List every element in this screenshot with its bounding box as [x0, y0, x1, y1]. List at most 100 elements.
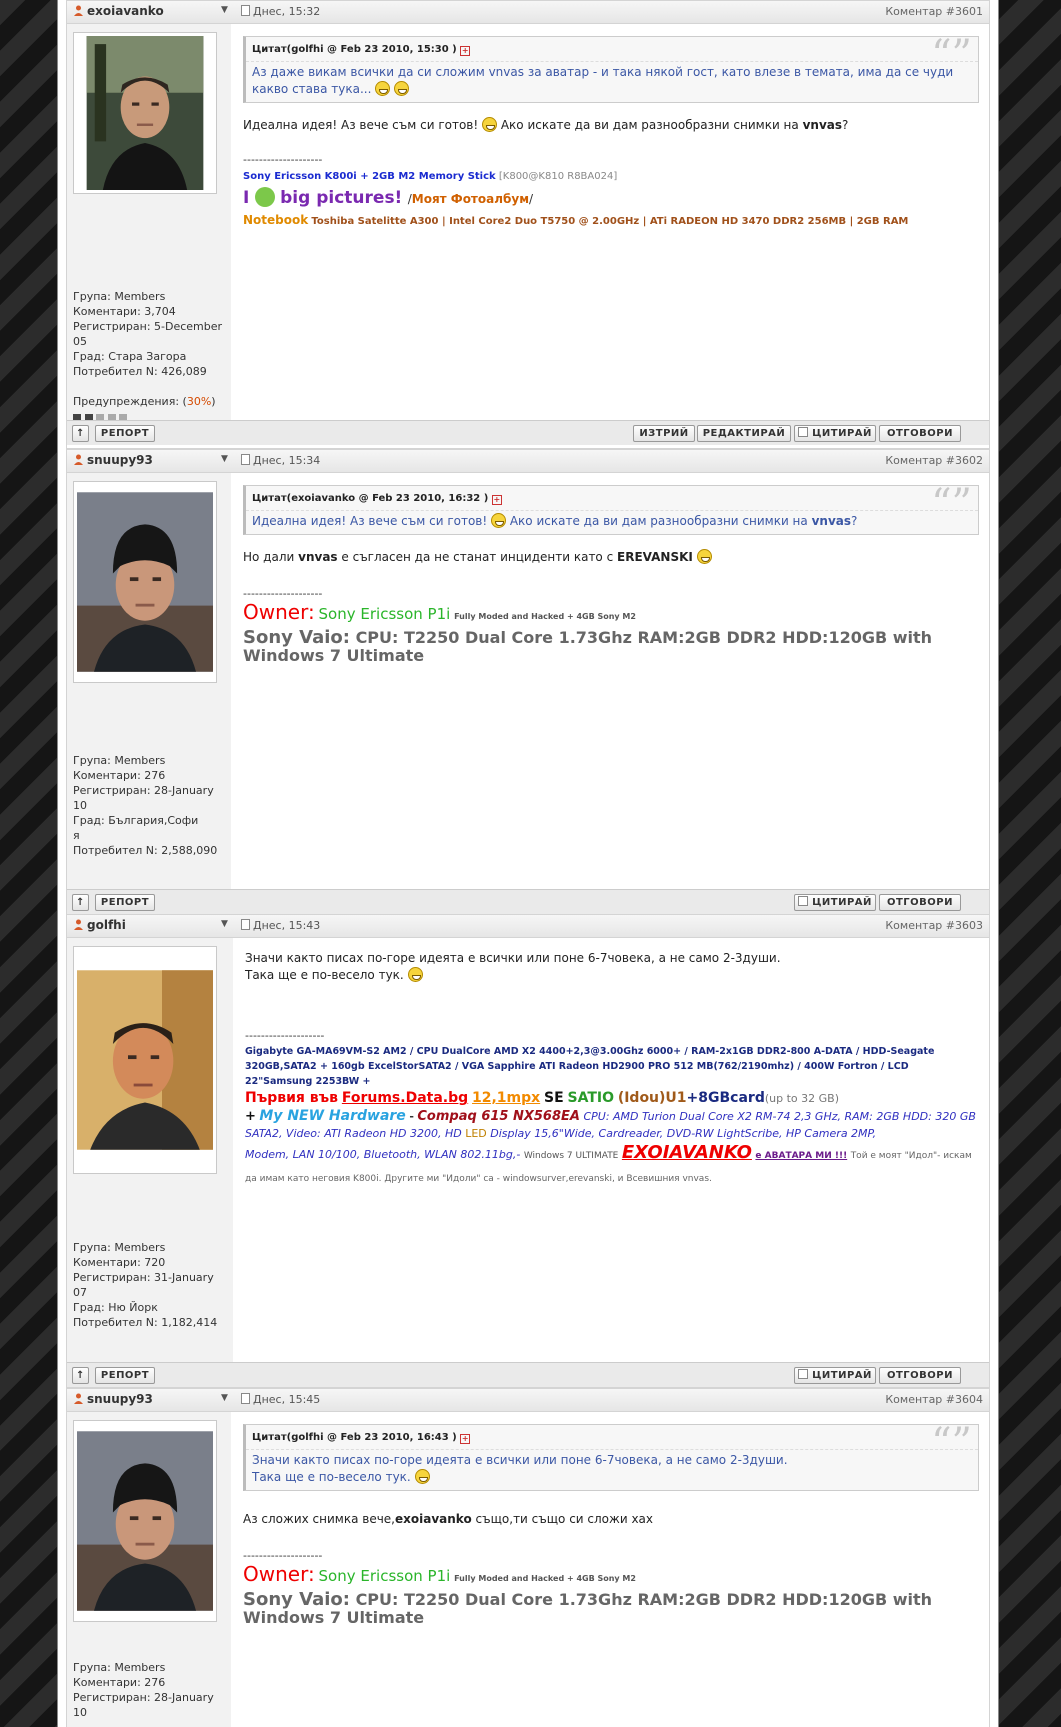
- checkbox-icon[interactable]: [798, 1369, 809, 1379]
- scroll-top-button[interactable]: ↑: [72, 425, 89, 442]
- quote-text: Значи както писах по-горе идеята е всичк…: [246, 1449, 978, 1490]
- post-content: Цитат(golfhi @ Feb 23 2010, 16:43 ) + Зн…: [231, 1412, 989, 1727]
- quote-marks-icon: “”: [931, 1420, 972, 1466]
- avatar: [73, 946, 217, 1174]
- quote-link-icon[interactable]: +: [460, 1434, 471, 1444]
- delete-button[interactable]: ИЗТРИЙ: [633, 425, 695, 442]
- chevron-down-icon[interactable]: ▼: [221, 454, 228, 464]
- signature-separator: --------------------: [243, 1549, 323, 1562]
- quote-title: Цитат(golfhi @ Feb 23 2010, 16:43 ) +: [252, 1432, 471, 1444]
- report-button[interactable]: РЕПОРТ: [95, 425, 155, 442]
- smiley-icon: [414, 1469, 430, 1484]
- chevron-down-icon[interactable]: ▼: [221, 919, 228, 929]
- signature-separator: --------------------: [243, 153, 323, 166]
- username[interactable]: exoiavanko: [73, 4, 164, 18]
- smiley-icon: [491, 513, 507, 528]
- forums-link[interactable]: Forums.Data.bg: [342, 1090, 468, 1106]
- quote-button[interactable]: ЦИТИРАЙ: [794, 894, 876, 911]
- avatar: [73, 481, 217, 683]
- user-sidebar: Група: Members Коментари: 3,704 Регистри…: [67, 24, 231, 422]
- post-date[interactable]: Днес, 15:34: [241, 454, 320, 467]
- user-icon: [73, 1393, 84, 1404]
- quote-marks-icon: “”: [931, 32, 972, 78]
- username[interactable]: snuupy93: [73, 453, 153, 467]
- smiley-icon: [394, 81, 410, 96]
- quote-text: Аз даже викам всички да си сложим vnvas …: [246, 61, 978, 102]
- post-3601: exoiavanko ▼ Днес, 15:32 Коментар #3601 …: [66, 0, 990, 449]
- post-body: Но дали vnvas е съгласен да не станат ин…: [243, 549, 979, 566]
- checkbox-icon[interactable]: [798, 427, 809, 437]
- post-date[interactable]: Днес, 15:43: [241, 919, 320, 932]
- scroll-top-button[interactable]: ↑: [72, 894, 89, 911]
- post-header: golfhi ▼ Днес, 15:43 Коментар #3603: [67, 915, 989, 938]
- avatar-photo: [77, 1424, 213, 1618]
- post-body: Значи както писах по-горе идеята е всичк…: [245, 951, 781, 982]
- quote-link-icon[interactable]: +: [460, 46, 471, 56]
- post-body: Идеална идея! Аз вече съм си готов! Ако …: [243, 117, 849, 132]
- signature-separator: --------------------: [243, 587, 323, 600]
- photo-album-link[interactable]: Моят Фотоалбум: [412, 192, 529, 206]
- smiley-icon: [407, 967, 423, 982]
- quote-title: Цитат(exoiavanko @ Feb 23 2010, 16:32 ) …: [252, 493, 502, 505]
- scroll-top-button[interactable]: ↑: [72, 1367, 89, 1384]
- post-number[interactable]: Коментар #3602: [885, 454, 983, 467]
- post-date[interactable]: Днес, 15:32: [241, 5, 320, 18]
- user-sidebar: Група: Members Коментари: 276 Регистрира…: [67, 1412, 231, 1727]
- reply-button[interactable]: ОТГОВОРИ: [879, 425, 961, 442]
- user-stats: Група: Members Коментари: 276 Регистрира…: [73, 1661, 214, 1719]
- chevron-down-icon[interactable]: ▼: [221, 5, 228, 15]
- username[interactable]: golfhi: [73, 918, 126, 932]
- post-content: Значи както писах по-горе идеята е всичк…: [233, 938, 989, 1362]
- edit-button[interactable]: РЕДАКТИРАЙ: [697, 425, 791, 442]
- page-icon: [241, 1393, 250, 1404]
- avatar-photo: [77, 950, 213, 1170]
- avatar-photo: [77, 485, 213, 679]
- quote-marks-icon: “”: [931, 481, 972, 527]
- chevron-down-icon[interactable]: ▼: [221, 1393, 228, 1403]
- quote-title: Цитат(golfhi @ Feb 23 2010, 15:30 ) +: [252, 44, 471, 56]
- post-header: exoiavanko ▼ Днес, 15:32 Коментар #3601: [67, 1, 989, 24]
- avatar-photo: [77, 36, 213, 190]
- page-icon: [241, 454, 250, 465]
- user-sidebar: Група: Members Коментари: 276 Регистрира…: [67, 473, 231, 889]
- post-body: Аз сложих снимка вече,exoiavanko също,ти…: [243, 1512, 654, 1526]
- forum-page: exoiavanko ▼ Днес, 15:32 Коментар #3601 …: [57, 0, 999, 1727]
- post-header: snuupy93 ▼ Днес, 15:45 Коментар #3604: [67, 1389, 989, 1412]
- user-stats: Група: Members Коментари: 276 Регистрира…: [73, 754, 218, 857]
- reply-button[interactable]: ОТГОВОРИ: [879, 894, 961, 911]
- quote-block: Цитат(golfhi @ Feb 23 2010, 15:30 ) + Аз…: [243, 32, 979, 103]
- post-3602: snuupy93 ▼ Днес, 15:34 Коментар #3602 Гр…: [66, 449, 990, 914]
- post-date[interactable]: Днес, 15:45: [241, 1393, 320, 1406]
- quote-link-icon[interactable]: +: [491, 495, 502, 505]
- quote-button[interactable]: ЦИТИРАЙ: [794, 425, 876, 442]
- post-number[interactable]: Коментар #3603: [885, 919, 983, 932]
- avatar: [73, 32, 217, 194]
- user-sidebar: Група: Members Коментари: 720 Регистрира…: [67, 938, 233, 1362]
- smiley-icon: [696, 549, 712, 564]
- signature-separator: --------------------: [245, 1029, 325, 1042]
- quote-block: Цитат(golfhi @ Feb 23 2010, 16:43 ) + Зн…: [243, 1420, 979, 1491]
- post-number[interactable]: Коментар #3604: [885, 1393, 983, 1406]
- reply-button[interactable]: ОТГОВОРИ: [879, 1367, 961, 1384]
- post-content: Цитат(exoiavanko @ Feb 23 2010, 16:32 ) …: [231, 473, 989, 889]
- user-icon: [73, 454, 84, 465]
- user-stats: Група: Members Коментари: 3,704 Регистри…: [73, 289, 222, 426]
- quote-button[interactable]: ЦИТИРАЙ: [794, 1367, 876, 1384]
- warnings: Предупреждения: (30%): [73, 395, 216, 408]
- post-footer: ↑ РЕПОРТ ЦИТИРАЙ ОТГОВОРИ: [67, 1362, 989, 1387]
- post-number[interactable]: Коментар #3601: [885, 5, 983, 18]
- quote-block: Цитат(exoiavanko @ Feb 23 2010, 16:32 ) …: [243, 481, 979, 535]
- page-icon: [241, 5, 250, 16]
- post-3604: snuupy93 ▼ Днес, 15:45 Коментар #3604 Гр…: [66, 1388, 990, 1727]
- signature: Gigabyte GA-MA69VM-S2 AM2 / CPU DualCore…: [245, 1046, 976, 1184]
- post-footer: ↑ РЕПОРТ ЦИТИРАЙ ОТГОВОРИ: [67, 889, 989, 914]
- post-header: snuupy93 ▼ Днес, 15:34 Коментар #3602: [67, 450, 989, 473]
- smiley-icon: [482, 117, 498, 132]
- sony-ericsson-logo-icon: [254, 187, 275, 207]
- report-button[interactable]: РЕПОРТ: [95, 894, 155, 911]
- checkbox-icon[interactable]: [798, 896, 809, 906]
- username[interactable]: snuupy93: [73, 1392, 153, 1406]
- quote-text: Идеална идея! Аз вече съм си готов! Ако …: [246, 510, 978, 534]
- post-3603: golfhi ▼ Днес, 15:43 Коментар #3603 Груп…: [66, 914, 990, 1388]
- report-button[interactable]: РЕПОРТ: [95, 1367, 155, 1384]
